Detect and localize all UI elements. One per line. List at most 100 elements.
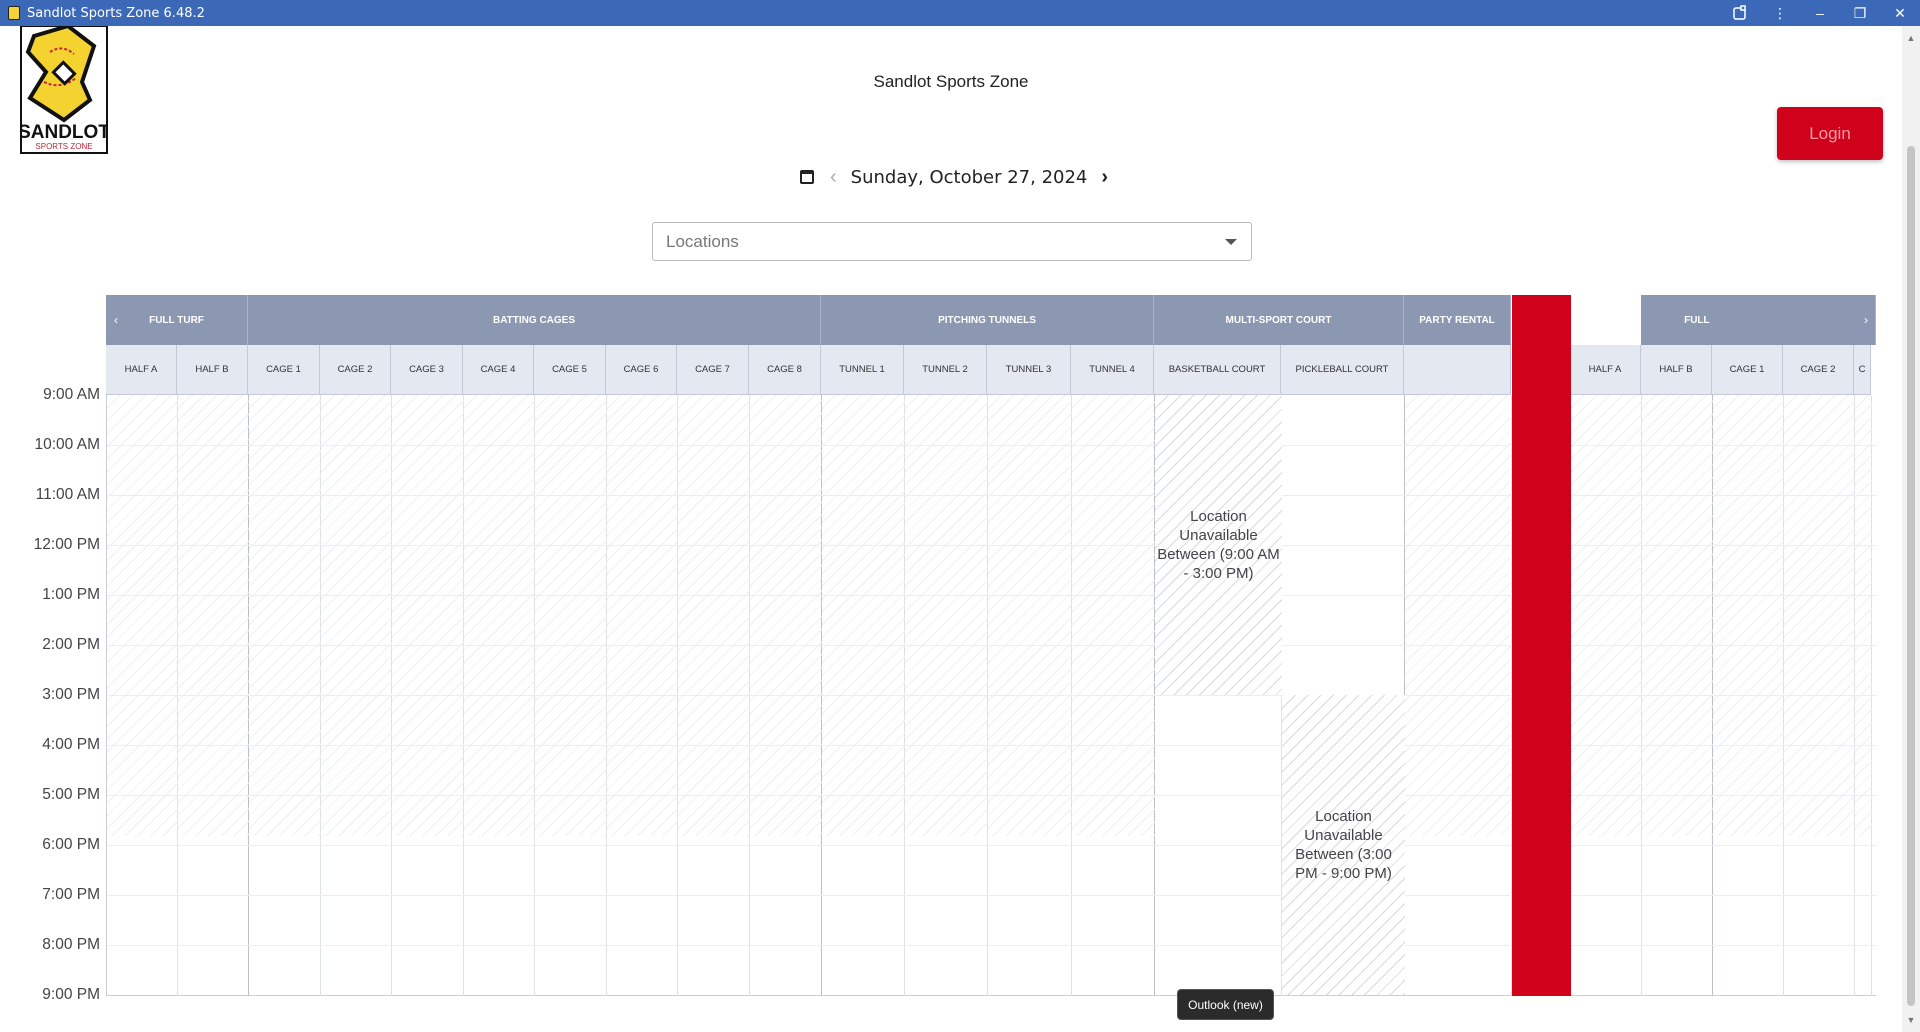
time-label: 2:00 PM — [42, 636, 100, 653]
scroll-down-icon[interactable]: ▼ — [1902, 1012, 1920, 1028]
column-header: C — [1854, 345, 1871, 395]
closed-hours-shading — [750, 395, 822, 836]
column-header: HALF B — [1641, 345, 1712, 395]
hour-gridline — [107, 695, 1877, 696]
extensions-icon[interactable] — [1720, 0, 1760, 26]
group-header-batting-cages: BATTING CAGES — [248, 295, 821, 345]
closed-hours-shading — [321, 395, 392, 836]
column-header: CAGE 2 — [320, 345, 391, 395]
closed-hours-shading — [107, 395, 178, 836]
more-icon[interactable]: ⋮ — [1760, 0, 1800, 26]
column-header: CAGE 8 — [749, 345, 821, 395]
current-date: Sunday, October 27, 2024 — [850, 166, 1088, 188]
locations-placeholder: Locations — [666, 231, 739, 251]
hour-gridline — [107, 845, 1877, 846]
taskbar-tooltip: Outlook (new) — [1177, 989, 1274, 1020]
time-label: 8:00 PM — [42, 936, 100, 953]
column-header — [1404, 345, 1511, 395]
minimize-icon[interactable]: – — [1800, 0, 1840, 26]
group-header-overflow — [1712, 295, 1876, 345]
unavailable-block: Location Unavailable Between (3:00 PM - … — [1282, 695, 1405, 995]
closed-hours-shading — [1642, 395, 1713, 836]
vertical-scrollbar[interactable]: ▲ ▼ — [1902, 26, 1920, 1032]
time-label: 6:00 PM — [42, 836, 100, 853]
time-label: 9:00 PM — [42, 986, 100, 1003]
group-header-party-rental: PARTY RENTAL — [1404, 295, 1511, 345]
column-header: CAGE 7 — [677, 345, 749, 395]
hour-gridline — [107, 495, 1877, 496]
window-controls: ⋮ – ❐ ✕ — [1720, 0, 1920, 26]
site-title: Sandlot Sports Zone — [873, 72, 1029, 91]
closed-hours-shading — [392, 395, 464, 836]
locations-select[interactable]: Locations — [652, 222, 1252, 261]
login-button[interactable]: Login — [1777, 107, 1883, 160]
closed-hours-shading — [249, 395, 321, 836]
closed-hours-shading — [1571, 395, 1642, 836]
column-header: TUNNEL 1 — [821, 345, 904, 395]
column-header: CAGE 2 — [1783, 345, 1854, 395]
closed-hours-shading — [1405, 395, 1512, 836]
group-header-full-turf: FULL TURF — [106, 295, 248, 345]
restore-icon[interactable]: ❐ — [1840, 0, 1880, 26]
calendar-icon[interactable] — [800, 170, 814, 184]
column-header: CAGE 1 — [248, 345, 320, 395]
next-day-button[interactable]: › — [1101, 166, 1108, 189]
time-label: 4:00 PM — [42, 736, 100, 753]
closed-hours-shading — [464, 395, 535, 836]
window-titlebar: Sandlot Sports Zone 6.48.2 ⋮ – ❐ ✕ — [0, 0, 1920, 26]
column-header: CAGE 3 — [391, 345, 463, 395]
location-group-header: FULL TURF BATTING CAGES PITCHING TUNNELS MU… — [106, 295, 1876, 345]
group-header-multi-sport-court: MULTI-SPORT COURT — [1154, 295, 1404, 345]
column-header: TUNNEL 4 — [1071, 345, 1154, 395]
location-subheader: HALF A HALF B CAGE 1 CAGE 2 CAGE 3 CAGE 4 CAGE… — [106, 345, 1876, 395]
schedule-grid: FULL TURF BATTING CAGES PITCHING TUNNELS MU… — [106, 295, 1877, 996]
time-label: 1:00 PM — [42, 586, 100, 603]
closed-hours-shading — [1855, 395, 1872, 836]
time-label: 10:00 AM — [34, 436, 101, 453]
hour-gridline — [107, 645, 1877, 646]
closed-hours-shading — [988, 395, 1072, 836]
hour-gridline — [107, 895, 1877, 896]
current-time-divider — [1512, 295, 1571, 996]
column-header: CAGE 1 — [1712, 345, 1783, 395]
closed-hours-shading — [905, 395, 988, 836]
time-label: 11:00 AM — [35, 486, 100, 503]
closed-hours-shading — [1713, 395, 1784, 836]
closed-hours-shading — [178, 395, 249, 836]
group-prev-icon[interactable]: ‹ — [106, 295, 126, 345]
closed-hours-shading — [535, 395, 607, 836]
previous-day-button[interactable]: ‹ — [830, 166, 837, 189]
column-header: CAGE 6 — [606, 345, 677, 395]
time-label: 12:00 PM — [33, 536, 100, 553]
column-header: CAGE 5 — [534, 345, 606, 395]
closed-hours-shading — [1784, 395, 1855, 836]
date-navigator: ‹ Sunday, October 27, 2024 › — [800, 164, 1108, 190]
unavailable-block: Location Unavailable Between (9:00 AM - … — [1155, 395, 1282, 695]
column-header: TUNNEL 2 — [904, 345, 987, 395]
close-icon[interactable]: ✕ — [1880, 0, 1920, 26]
time-label: 7:00 PM — [42, 886, 100, 903]
time-label: 9:00 AM — [43, 386, 100, 403]
hour-gridline — [107, 945, 1877, 946]
closed-hours-shading — [822, 395, 905, 836]
scroll-up-icon[interactable]: ▲ — [1902, 30, 1920, 46]
time-labels: 9:00 AM 10:00 AM 11:00 AM 12:00 PM 1:00 PM 2:… — [0, 0, 100, 1032]
time-label: 3:00 PM — [42, 686, 100, 703]
column-header: CAGE 4 — [463, 345, 534, 395]
hour-gridline — [107, 745, 1877, 746]
column-header: TUNNEL 3 — [987, 345, 1071, 395]
closed-hours-shading — [607, 395, 678, 836]
column-header: HALF A — [1570, 345, 1641, 395]
group-header-pitching-tunnels: PITCHING TUNNELS — [821, 295, 1154, 345]
column-header: HALF B — [177, 345, 248, 395]
hour-gridline — [107, 545, 1877, 546]
closed-hours-shading — [1072, 395, 1155, 836]
time-label: 5:00 PM — [42, 786, 100, 803]
group-next-icon[interactable]: › — [1856, 295, 1876, 345]
hour-gridline — [107, 595, 1877, 596]
column-header: HALF A — [106, 345, 177, 395]
scroll-thumb[interactable] — [1907, 146, 1915, 1006]
column-header: PICKLEBALL COURT — [1281, 345, 1404, 395]
closed-hours-shading — [678, 395, 750, 836]
schedule-body: Location Unavailable Between (9:00 AM - … — [106, 295, 1877, 996]
